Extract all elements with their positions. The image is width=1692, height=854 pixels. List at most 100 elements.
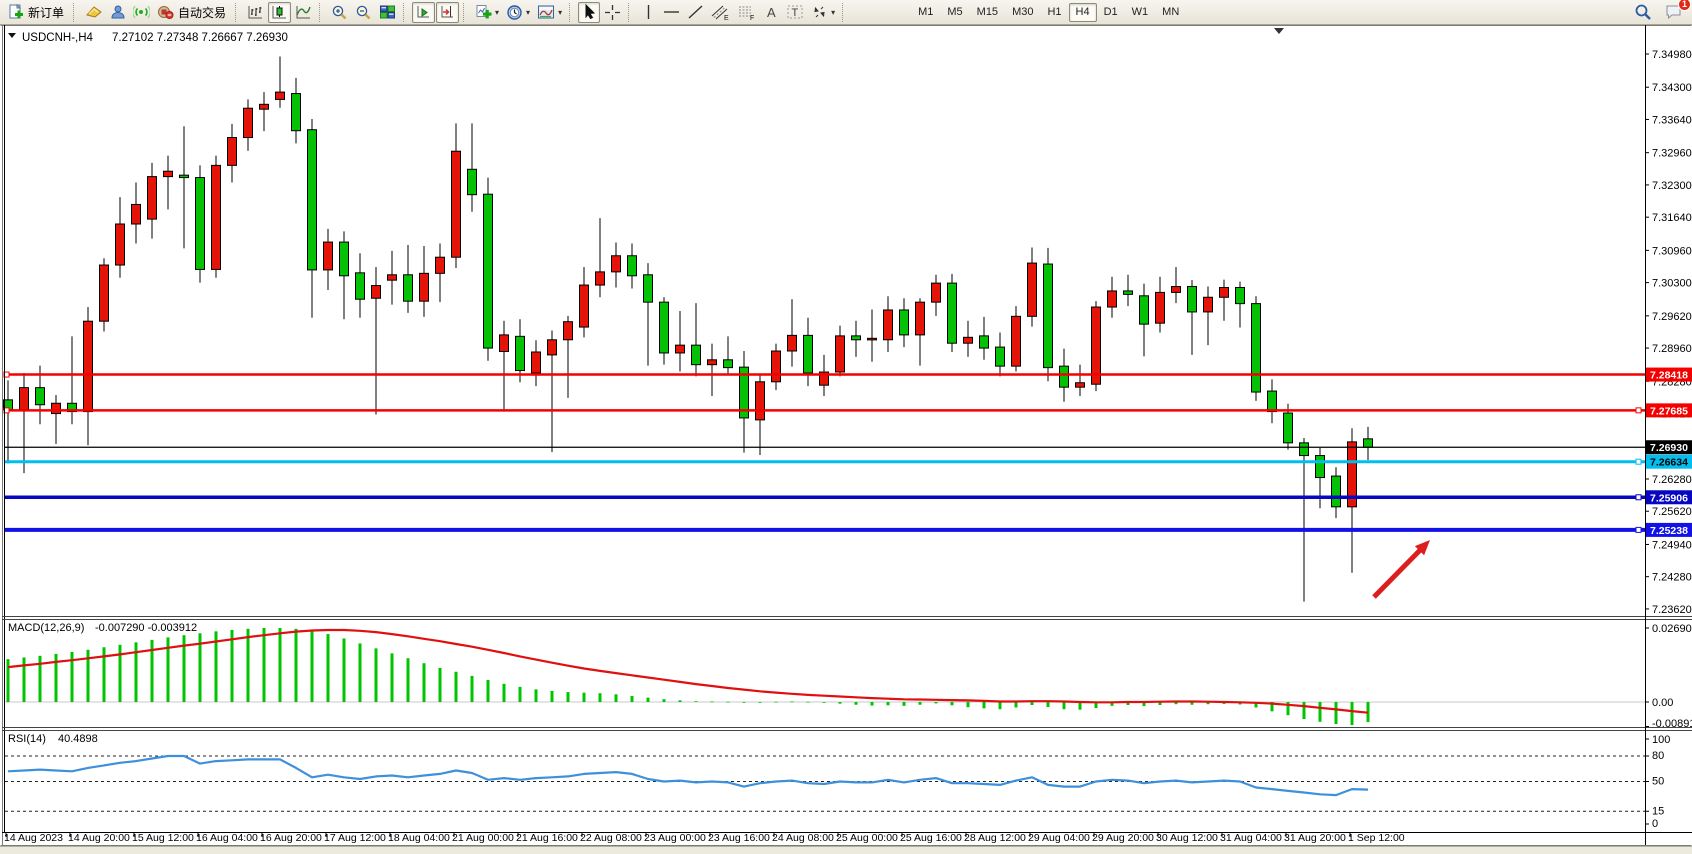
line-chart-icon	[295, 4, 312, 20]
templates-button[interactable]: ▾	[534, 2, 565, 23]
profile-button[interactable]	[107, 2, 129, 23]
chart-canvas[interactable]: 7.349807.343007.336407.329607.323007.316…	[0, 25, 1692, 854]
time-label: 28 Aug 12:00	[964, 832, 1026, 844]
candle-body	[708, 360, 717, 365]
line-chart-mode-button[interactable]	[292, 2, 315, 23]
timeframe-button-m1[interactable]: M1	[911, 3, 940, 22]
timeframe-button-d1[interactable]: D1	[1097, 3, 1125, 22]
zoom-in-button[interactable]	[328, 2, 351, 23]
timeframe-button-h1[interactable]: H1	[1040, 3, 1068, 22]
macd-hist-bar	[7, 659, 10, 702]
candle-body	[612, 256, 621, 272]
bar-chart-mode-button[interactable]	[244, 2, 267, 23]
timeframe-button-w1[interactable]: W1	[1125, 3, 1156, 22]
vertical-line-tool-button[interactable]	[637, 2, 659, 23]
toolbar-separator	[235, 3, 240, 22]
macd-hist-bar	[711, 701, 714, 702]
candle-body	[20, 388, 29, 410]
channel-tool-button[interactable]: E	[708, 2, 733, 23]
fibonacci-tool-button[interactable]: F	[734, 2, 759, 23]
chart-symbol-title: USDCNH-,H4	[22, 32, 94, 44]
hline-handle[interactable]	[1636, 408, 1641, 413]
candle-body	[260, 104, 269, 109]
market-watch-button[interactable]	[82, 2, 106, 23]
chart-shift-button[interactable]	[436, 2, 459, 23]
svg-text:E: E	[724, 15, 729, 21]
candlestick-mode-button[interactable]	[268, 2, 291, 23]
macd-hist-bar	[1063, 702, 1066, 709]
macd-hist-bar	[375, 648, 378, 702]
new-order-icon	[7, 4, 24, 21]
macd-hist-bar	[791, 701, 794, 702]
clock-icon	[506, 4, 523, 21]
auto-trading-button[interactable]: 自动交易	[154, 2, 231, 23]
svg-text:T: T	[792, 7, 799, 19]
candle-body	[724, 360, 733, 368]
macd-hist-bar	[23, 657, 26, 702]
svg-text:F: F	[750, 15, 754, 21]
candle-body	[948, 283, 957, 343]
candle-body	[180, 175, 189, 177]
crosshair-tool-button[interactable]	[601, 2, 624, 23]
price-tick-label: 7.31640	[1652, 212, 1692, 224]
new-order-button[interactable]: 新订单	[4, 2, 69, 23]
macd-hist-bar	[327, 634, 330, 702]
time-label: 18 Aug 04:00	[388, 832, 450, 844]
crosshair-icon	[604, 4, 621, 21]
macd-tick-label: 0.00	[1652, 697, 1673, 709]
toolbar-separator	[628, 3, 633, 22]
price-tick-label: 7.30300	[1652, 278, 1692, 290]
price-tick-label: 7.28960	[1652, 343, 1692, 355]
macd-hist-bar	[551, 691, 554, 702]
price-tick-label: 7.32960	[1652, 148, 1692, 160]
toolbar-separator	[569, 3, 574, 22]
hline-handle[interactable]	[1636, 495, 1641, 500]
trendline-icon	[687, 4, 704, 20]
timeframe-button-h4[interactable]: H4	[1069, 3, 1097, 22]
text-label-icon: T	[786, 4, 804, 20]
macd-hist-bar	[231, 630, 234, 702]
timeframe-button-m5[interactable]: M5	[940, 3, 969, 22]
macd-hist-bar	[311, 631, 314, 702]
indicators-button[interactable]: ▾	[472, 2, 502, 23]
arrows-tool-button[interactable]: ▾	[808, 2, 838, 23]
macd-hist-bar	[343, 638, 346, 702]
bar-chart-icon	[247, 4, 264, 20]
hline-handle[interactable]	[1636, 527, 1641, 532]
text-tool-button[interactable]: A	[760, 2, 782, 23]
macd-hist-bar	[935, 702, 938, 703]
timeframe-button-mn[interactable]: MN	[1155, 3, 1186, 22]
search-button[interactable]	[1631, 2, 1655, 23]
candle-body	[436, 257, 445, 273]
zoom-out-button[interactable]	[352, 2, 375, 23]
toolbar-separator	[73, 3, 78, 22]
candle-body	[308, 130, 317, 270]
time-label: 25 Aug 16:00	[900, 832, 962, 844]
macd-values: -0.007290 -0.003912	[95, 622, 197, 634]
dropdown-caret: ▾	[526, 8, 530, 17]
price-tick-label: 7.33640	[1652, 114, 1692, 126]
auto-scroll-button[interactable]	[412, 2, 435, 23]
timeframe-button-m15[interactable]: M15	[970, 3, 1005, 22]
trendline-tool-button[interactable]	[684, 2, 707, 23]
cursor-tool-button[interactable]	[578, 2, 600, 23]
label-tool-button[interactable]: T	[783, 2, 807, 23]
candle-body	[1044, 264, 1053, 368]
price-tag-label: 7.25238	[1650, 525, 1688, 537]
candle-body	[692, 345, 701, 365]
periods-button[interactable]: ▾	[503, 2, 533, 23]
auto-scroll-icon	[415, 4, 432, 20]
price-tick-label: 7.34980	[1652, 49, 1692, 61]
candle-body	[756, 382, 765, 420]
candle-body	[1236, 288, 1245, 304]
signal-button[interactable]	[130, 2, 153, 23]
macd-hist-bar	[359, 643, 362, 702]
timeframe-button-m30[interactable]: M30	[1005, 3, 1040, 22]
tile-windows-button[interactable]	[376, 2, 399, 23]
time-label: 17 Aug 12:00	[324, 832, 386, 844]
notifications-button[interactable]: 1	[1661, 2, 1686, 23]
horizontal-line-tool-button[interactable]	[660, 2, 683, 23]
candle-body	[804, 335, 813, 373]
zoom-in-icon	[331, 4, 348, 21]
hline-handle[interactable]	[1636, 459, 1641, 464]
